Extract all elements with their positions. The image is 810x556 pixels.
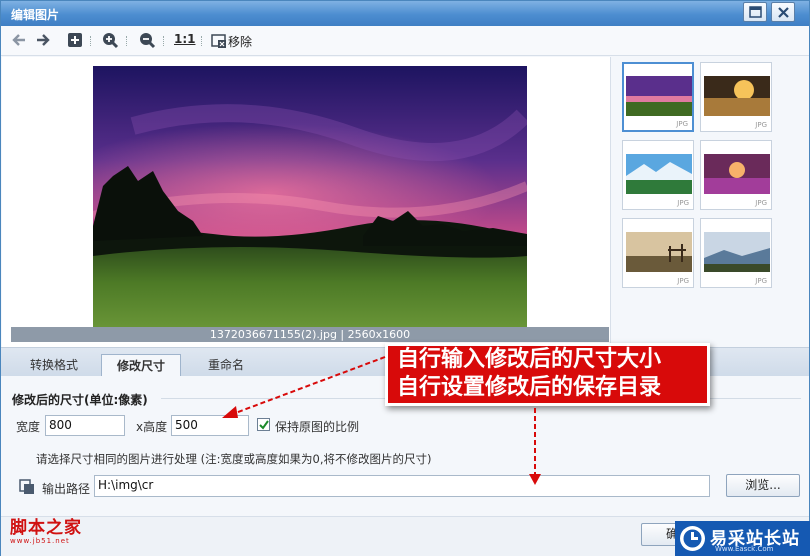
thumbnail-image (626, 232, 692, 272)
actual-size-button[interactable]: 1:1 (174, 32, 196, 46)
watermark-left-name: 脚本之家 (10, 518, 82, 538)
width-label: 宽度 (16, 420, 41, 434)
thumbnail-4[interactable]: JPG (700, 140, 772, 210)
thumbnail-6[interactable]: JPG (700, 218, 772, 288)
edit-image-window: 编辑图片 1:1 移除 1372036671155(2).jpg | 2560x… (0, 0, 810, 556)
keep-ratio-label: 保持原图的比例 (275, 420, 360, 434)
thumbnail-2[interactable]: JPG (700, 62, 772, 132)
output-path-input[interactable]: H:\img\cr (94, 475, 710, 497)
close-icon (778, 7, 789, 18)
plus-box-icon (68, 33, 82, 47)
width-input[interactable]: 800 (45, 415, 125, 436)
maximize-button[interactable] (743, 2, 767, 22)
title-bar: 编辑图片 (1, 1, 809, 26)
checkmark-icon (259, 420, 269, 430)
forward-button[interactable] (34, 31, 52, 51)
image-preview-area: 1372036671155(2).jpg | 2560x1600 (2, 57, 611, 347)
main-photo (93, 66, 527, 336)
arrow-left-icon (12, 34, 25, 46)
watermark-left-url: www.jb51.net (10, 537, 70, 545)
browse-button[interactable]: 浏览... (726, 474, 800, 497)
add-button[interactable] (66, 31, 84, 51)
zoom-out-button[interactable] (138, 31, 156, 51)
watermark-right: 易采站长站 Www.Easck.Com (675, 521, 810, 556)
tab-resize[interactable]: 修改尺寸 (101, 354, 181, 377)
zoom-in-button[interactable] (101, 31, 119, 51)
remove-image-icon (211, 34, 226, 48)
keep-ratio-checkbox[interactable] (257, 418, 270, 431)
folder-icon (19, 479, 35, 498)
thumbnail-panel: JPG JPG JPG JPG JPG JPG (612, 57, 809, 347)
callout-line-1: 自行输入修改后的尺寸大小 (397, 347, 662, 372)
thumbnail-5[interactable]: JPG (622, 218, 694, 288)
callout-line-2: 自行设置修改后的保存目录 (397, 375, 662, 400)
watermark-left: 脚本之家 www.jb51.net (10, 513, 82, 545)
watermark-right-url: Www.Easck.Com (715, 545, 774, 553)
note-text: 请选择尺寸相同的图片进行处理 (注:宽度或高度如果为0,将不修改图片的尺寸) (36, 452, 432, 466)
thumbnail-image (626, 76, 692, 116)
thumbnail-image (704, 76, 770, 116)
annotation-callout: 自行输入修改后的尺寸大小 自行设置修改后的保存目录 (385, 343, 710, 406)
thumbnail-image (704, 232, 770, 272)
tab-convert-format[interactable]: 转换格式 (19, 354, 89, 377)
section-title: 修改后的尺寸(单位:像素) (12, 393, 148, 407)
image-caption: 1372036671155(2).jpg | 2560x1600 (209, 328, 411, 341)
maximize-icon (749, 6, 762, 18)
close-button[interactable] (771, 2, 795, 22)
thumbnail-1[interactable]: JPG (622, 62, 694, 132)
window-title: 编辑图片 (11, 8, 60, 22)
caption-bar: 1372036671155(2).jpg | 2560x1600 (11, 327, 609, 342)
thumbnail-3[interactable]: JPG (622, 140, 694, 210)
zoom-in-icon (103, 33, 119, 49)
arrow-right-icon (37, 34, 50, 46)
tab-rename[interactable]: 重命名 (193, 354, 259, 377)
watermark-logo-icon (680, 526, 705, 551)
height-label: x高度 (136, 420, 168, 434)
remove-label[interactable]: 移除 (228, 33, 252, 50)
thumbnail-image (626, 154, 692, 194)
height-input[interactable]: 500 (171, 415, 249, 436)
thumbnail-image (704, 154, 770, 194)
zoom-out-icon (140, 33, 156, 49)
output-path-label: 输出路径 (42, 482, 91, 496)
back-button[interactable] (10, 31, 28, 51)
toolbar: 1:1 移除 (1, 26, 809, 56)
remove-button[interactable] (211, 31, 227, 51)
